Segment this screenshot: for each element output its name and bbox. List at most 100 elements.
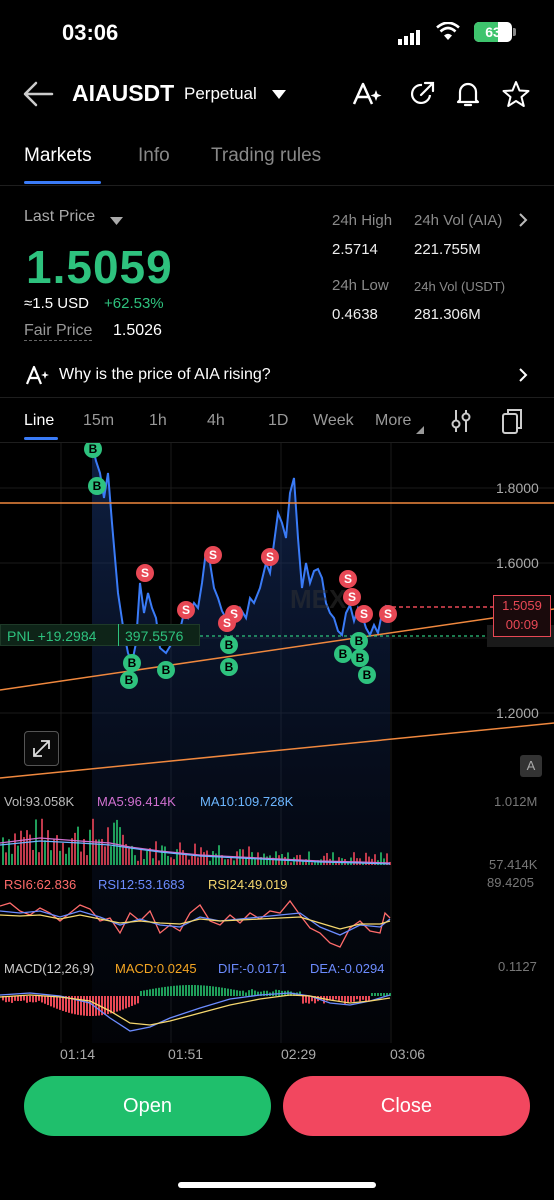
chart-mode-badge[interactable]: A — [520, 755, 542, 777]
interval-1h[interactable]: 1h — [149, 412, 167, 430]
interval-line[interactable]: Line — [24, 412, 54, 430]
volume-bar — [248, 846, 250, 865]
volume-bar — [50, 850, 52, 865]
macd-bar — [380, 993, 382, 996]
fair-price-label[interactable]: Fair Price — [24, 322, 93, 341]
macd-bar — [152, 988, 154, 996]
tab-info[interactable]: Info — [138, 145, 170, 167]
back-arrow-icon[interactable] — [22, 80, 54, 113]
more-caret-icon[interactable] — [416, 421, 424, 439]
macd-bar — [119, 996, 121, 1011]
translate-icon[interactable] — [352, 80, 384, 113]
interval-15m[interactable]: 15m — [83, 412, 114, 430]
vol-usdt-value: 281.306M — [414, 306, 481, 323]
chevron-right-icon[interactable] — [518, 368, 528, 387]
caret-down-icon[interactable] — [271, 88, 287, 106]
volume-bar — [206, 850, 208, 865]
svg-text:S: S — [266, 550, 274, 564]
volume-bar — [224, 859, 226, 865]
macd-bar — [23, 996, 25, 1001]
indicator-settings-icon[interactable] — [450, 408, 472, 439]
close-button[interactable]: Close — [283, 1076, 530, 1136]
macd-bar — [356, 996, 358, 1000]
macd-bar — [194, 985, 196, 996]
vol-label: Vol:93.058K — [4, 794, 75, 809]
rsi-axis-top: 89.4205 — [487, 875, 534, 890]
tab-markets[interactable]: Markets — [24, 145, 92, 167]
sell-marker: S — [339, 570, 357, 588]
approx-usd: ≈1.5 USD — [24, 295, 89, 312]
contract-type[interactable]: Perpetual — [184, 84, 257, 104]
macd-bar — [221, 987, 223, 996]
change-percent: +62.53% — [104, 295, 164, 312]
interval-4h[interactable]: 4h — [207, 412, 225, 430]
volume-bar — [152, 858, 154, 865]
volume-bar — [2, 837, 4, 865]
macd-bar — [140, 991, 142, 996]
share-icon[interactable] — [408, 80, 436, 113]
volume-bar — [170, 857, 172, 865]
volume-bar — [275, 851, 277, 865]
macd-bar — [146, 989, 148, 996]
tab-trading-rules[interactable]: Trading rules — [211, 145, 321, 167]
interval-1d[interactable]: 1D — [268, 412, 288, 430]
fair-price: 1.5026 — [113, 322, 162, 339]
volume-bar — [188, 859, 190, 865]
macd-bar — [362, 996, 364, 1000]
macd-bar — [113, 996, 115, 1013]
expand-icon — [33, 740, 50, 757]
interval-week[interactable]: Week — [313, 412, 354, 430]
caret-down-icon[interactable] — [110, 213, 123, 231]
macd-dif-label: DIF:-0.0171 — [218, 961, 287, 976]
last-price-label[interactable]: Last Price — [24, 208, 95, 226]
macd-bar — [371, 993, 373, 996]
price-axis-label: 1.6000 — [496, 555, 539, 571]
macd-bar — [245, 992, 247, 996]
macd-bar — [236, 990, 238, 996]
copy-icon[interactable] — [501, 407, 523, 440]
macd-bar — [155, 988, 157, 996]
buy-marker: B — [334, 645, 352, 663]
macd-bar — [29, 996, 31, 1002]
chevron-right-icon[interactable] — [518, 213, 528, 232]
status-time: 03:06 — [62, 20, 119, 45]
macd-bar — [209, 986, 211, 996]
macd-bar — [302, 996, 304, 1004]
interval-more[interactable]: More — [375, 412, 411, 430]
volume-bar — [80, 851, 82, 865]
macd-bar — [374, 993, 376, 996]
macd-bar — [143, 990, 145, 996]
open-button[interactable]: Open — [24, 1076, 271, 1136]
svg-text:S: S — [360, 607, 368, 621]
macd-bar — [53, 996, 55, 1008]
macd-bar — [164, 986, 166, 996]
macd-bar — [134, 996, 136, 1005]
symbol-title[interactable]: AIAUSDT — [72, 80, 174, 107]
macd-bar — [215, 986, 217, 996]
volume-bar — [53, 839, 55, 865]
tab-active-indicator — [24, 181, 101, 184]
home-indicator[interactable] — [178, 1182, 376, 1188]
wifi-icon — [436, 21, 460, 47]
svg-text:B: B — [339, 647, 348, 661]
macd-bar — [50, 996, 52, 1007]
macd-bar — [56, 996, 58, 1009]
volume-bar — [197, 857, 199, 865]
macd-bar — [191, 985, 193, 996]
macd-axis-top: 0.1127 — [498, 959, 537, 974]
why-price-rising-link[interactable]: Why is the price of AIA rising? — [59, 366, 271, 384]
volume-bar — [14, 833, 16, 865]
macd-bar — [104, 996, 106, 1015]
pnl-badge[interactable]: PNL +19.2984 397.5576 — [0, 624, 200, 646]
buy-marker: B — [220, 658, 238, 676]
macd-bar — [20, 996, 22, 1001]
bell-icon[interactable] — [455, 80, 481, 113]
macd-bar — [359, 996, 361, 1002]
macd-bar — [26, 996, 28, 1003]
tabs-divider — [0, 185, 554, 186]
macd-bar — [305, 996, 307, 1003]
star-icon[interactable] — [502, 80, 530, 113]
macd-bar — [227, 988, 229, 996]
current-price-tag[interactable]: 1.5059 00:09 — [493, 595, 551, 637]
expand-chart-button[interactable] — [24, 731, 59, 766]
